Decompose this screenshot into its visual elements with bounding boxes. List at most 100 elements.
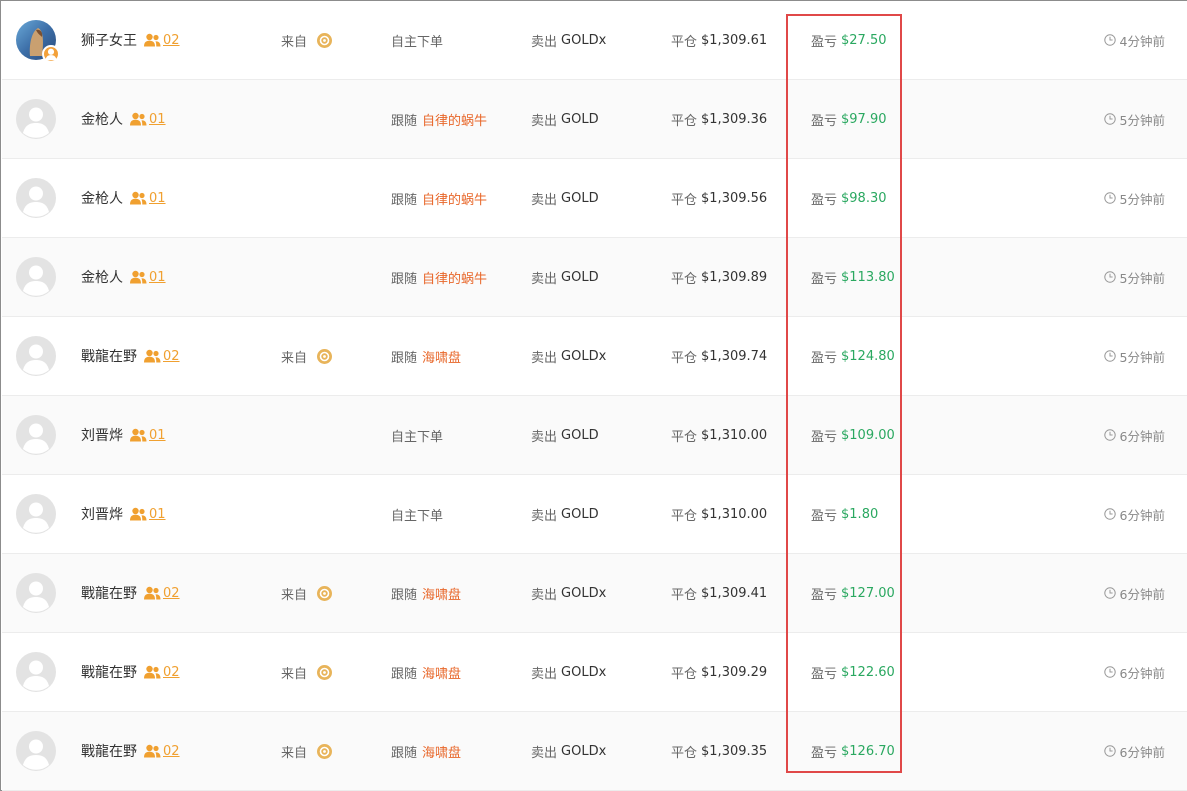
follower-count-link[interactable]: 02 — [144, 744, 180, 759]
close-label: 平仓 — [671, 508, 698, 524]
trade-row: 刘晋烨 01 来自 自主下单 卖出 GOLD — [2, 396, 1187, 475]
follow-target-link[interactable]: 自律的蜗牛 — [422, 189, 487, 208]
close-price: $1,309.36 — [701, 111, 768, 127]
sell-label: 卖出 — [531, 666, 558, 682]
pnl-amount: $109.00 — [841, 427, 895, 443]
trade-feed-panel: 狮子女王 02 来自 自主下单 卖出 GOLDx 平仓 $1,309.61 盈亏… — [0, 0, 1187, 791]
sell-label: 卖出 — [531, 508, 558, 524]
close-label: 平仓 — [671, 350, 698, 366]
close-label: 平仓 — [671, 271, 698, 287]
avatar[interactable] — [16, 415, 56, 455]
clock-icon — [1103, 429, 1116, 441]
default-avatar-icon — [16, 336, 56, 376]
default-avatar-icon — [16, 415, 56, 455]
users-icon — [144, 665, 161, 679]
follow-target-link[interactable]: 海啸盘 — [422, 347, 461, 366]
follow-target-link[interactable]: 自律的蜗牛 — [422, 110, 487, 129]
follower-count-link[interactable]: 02 — [144, 586, 180, 601]
platform-icon — [317, 664, 333, 680]
follower-count-link[interactable]: 02 — [144, 665, 180, 680]
avatar[interactable] — [16, 178, 56, 218]
avatar[interactable] — [16, 336, 56, 376]
close-price: $1,309.35 — [701, 743, 768, 759]
trader-name[interactable]: 刘晋烨 — [81, 504, 123, 524]
default-avatar-icon — [16, 494, 56, 534]
symbol: GOLD — [561, 111, 599, 127]
source-label: 来自 — [281, 745, 308, 761]
order-mode: 跟随 — [391, 350, 418, 366]
users-icon — [144, 586, 161, 600]
trader-name[interactable]: 金枪人 — [81, 109, 123, 129]
sell-label: 卖出 — [531, 350, 558, 366]
close-label: 平仓 — [671, 192, 698, 208]
follower-count: 02 — [163, 743, 180, 759]
close-price: $1,309.41 — [701, 585, 768, 601]
symbol: GOLDx — [561, 664, 607, 680]
pnl-label: 盈亏 — [811, 350, 838, 366]
trader-name[interactable]: 金枪人 — [81, 267, 123, 287]
timestamp: 6分钟前 — [1119, 507, 1165, 523]
pnl-label: 盈亏 — [811, 666, 838, 682]
symbol: GOLDx — [561, 585, 607, 601]
avatar[interactable] — [16, 257, 56, 297]
follower-count-link[interactable]: 02 — [144, 349, 180, 364]
close-price: $1,310.00 — [701, 506, 768, 522]
avatar[interactable] — [16, 99, 56, 139]
follow-target-link[interactable]: 海啸盘 — [422, 742, 461, 761]
timestamp: 5分钟前 — [1119, 270, 1165, 286]
follower-count-link[interactable]: 01 — [130, 507, 166, 522]
avatar[interactable] — [16, 731, 56, 771]
follow-target-link[interactable]: 海啸盘 — [422, 584, 461, 603]
users-icon — [130, 112, 147, 126]
pnl-amount: $126.70 — [841, 743, 895, 759]
close-label: 平仓 — [671, 34, 698, 50]
source-cell: 来自 — [281, 1, 333, 79]
clock-icon — [1103, 508, 1116, 520]
pnl-label: 盈亏 — [811, 192, 838, 208]
sell-label: 卖出 — [531, 429, 558, 445]
pnl-amount: $97.90 — [841, 111, 887, 127]
trader-name[interactable]: 戰龍在野 — [81, 346, 137, 366]
trader-name[interactable]: 刘晋烨 — [81, 425, 123, 445]
avatar[interactable] — [16, 494, 56, 534]
trader-name[interactable]: 戰龍在野 — [81, 583, 137, 603]
order-mode: 跟随 — [391, 587, 418, 603]
avatar[interactable] — [16, 652, 56, 692]
sell-label: 卖出 — [531, 192, 558, 208]
follower-count-link[interactable]: 01 — [130, 191, 166, 206]
pnl-amount: $113.80 — [841, 269, 895, 285]
source-label: 来自 — [281, 350, 308, 366]
trader-name[interactable]: 戰龍在野 — [81, 662, 137, 682]
trader-name[interactable]: 狮子女王 — [81, 30, 137, 50]
follow-target-link[interactable]: 海啸盘 — [422, 663, 461, 682]
follower-count-link[interactable]: 01 — [130, 270, 166, 285]
trader-name[interactable]: 金枪人 — [81, 188, 123, 208]
timestamp: 6分钟前 — [1119, 665, 1165, 681]
timestamp: 6分钟前 — [1119, 744, 1165, 760]
source-cell: 来自 — [281, 633, 333, 711]
close-price: $1,309.61 — [701, 32, 768, 48]
follower-count-link[interactable]: 02 — [144, 33, 180, 48]
close-price: $1,310.00 — [701, 427, 768, 443]
follower-count-link[interactable]: 01 — [130, 112, 166, 127]
trade-row: 金枪人 01 来自 跟随 自律的蜗牛 卖出 GOLD — [2, 159, 1187, 238]
sell-label: 卖出 — [531, 271, 558, 287]
sell-label: 卖出 — [531, 113, 558, 129]
pnl-amount: $127.00 — [841, 585, 895, 601]
source-cell: 来自 — [281, 554, 333, 632]
avatar[interactable] — [16, 573, 56, 613]
symbol: GOLD — [561, 506, 599, 522]
follower-count-link[interactable]: 01 — [130, 428, 166, 443]
follow-target-link[interactable]: 自律的蜗牛 — [422, 268, 487, 287]
order-mode: 自主下单 — [391, 429, 444, 445]
pnl-amount: $1.80 — [841, 506, 879, 522]
avatar[interactable] — [16, 20, 60, 63]
trader-name[interactable]: 戰龍在野 — [81, 741, 137, 761]
clock-icon — [1103, 113, 1116, 125]
close-label: 平仓 — [671, 666, 698, 682]
order-mode: 跟随 — [391, 271, 418, 287]
users-icon — [130, 270, 147, 284]
order-mode: 跟随 — [391, 745, 418, 761]
pnl-label: 盈亏 — [811, 113, 838, 129]
pnl-label: 盈亏 — [811, 745, 838, 761]
